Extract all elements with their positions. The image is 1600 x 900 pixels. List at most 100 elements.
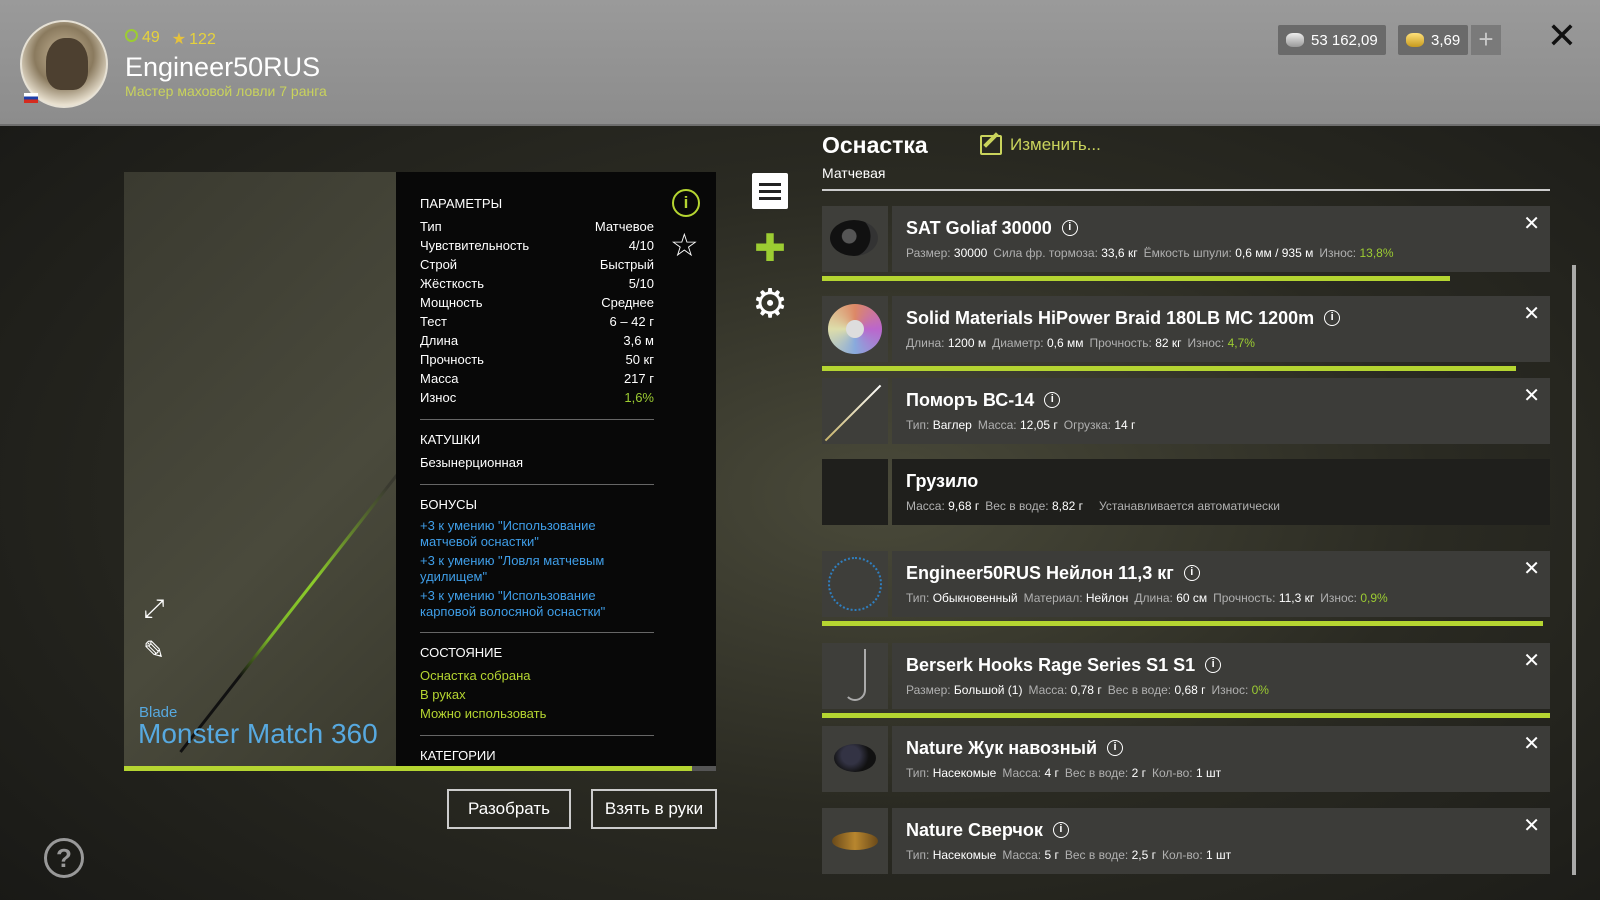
info-icon[interactable]: i (1044, 392, 1061, 408)
param-name: Масса (420, 371, 459, 386)
rig-item[interactable]: Engineer50RUS Нейлон 11,3 кг i Тип: Обыкно… (822, 551, 1550, 617)
rig-item-title: Solid Materials HiPower Braid 180LB MC 1… (906, 307, 1315, 328)
star-icon: ★ (171, 31, 187, 48)
description-icon[interactable] (752, 173, 788, 209)
rod-parameters-panel[interactable]: ПАРАМЕТРЫ Тип Матчевое Чувствительность 4/1… (396, 172, 716, 766)
gold-balance: 3,69 (1398, 25, 1469, 55)
float-image (822, 378, 888, 444)
divider (822, 189, 1550, 191)
info-icon[interactable]: i (672, 189, 700, 217)
state-title: СОСТОЯНИЕ (420, 645, 503, 660)
remove-item-button[interactable]: ✕ (1523, 651, 1540, 671)
puzzle-icon[interactable]: ✚ (752, 230, 788, 268)
scrollbar[interactable] (1572, 265, 1576, 875)
prop-label: Диаметр: (992, 336, 1044, 350)
close-button[interactable]: ✕ (1545, 18, 1579, 54)
prop-label: Тип: (906, 418, 930, 432)
prop-value: 4,7% (1227, 336, 1255, 350)
prop-label: Вес в воде: (1107, 683, 1172, 697)
param-row: Жёсткость 5/10 (420, 274, 654, 293)
bonus-item[interactable]: +3 к умению "Использование матчевой осна… (420, 518, 654, 550)
remove-item-button[interactable]: ✕ (1523, 304, 1540, 324)
info-icon[interactable]: i (1107, 740, 1124, 756)
disassemble-button[interactable]: Разобрать (447, 789, 571, 829)
help-icon[interactable]: ? (44, 838, 84, 878)
wear-bar (822, 366, 1516, 371)
rig-item[interactable]: SAT Goliaf 30000 i Размер: 30000 Сила фр. т… (822, 206, 1550, 272)
param-value: Среднее (601, 295, 654, 310)
prop-label: Износ: (1319, 246, 1357, 260)
info-icon[interactable]: i (1061, 220, 1078, 236)
param-name: Чувствительность (420, 238, 530, 253)
paint-brush-icon[interactable]: ✎ (139, 635, 169, 665)
edit-rig-button[interactable]: Изменить... (980, 135, 1101, 155)
prop-label: Прочность: (1089, 336, 1152, 350)
prop-value: Большой (1) (953, 683, 1023, 697)
rig-item[interactable]: Solid Materials HiPower Braid 180LB MC 1… (822, 296, 1550, 362)
bonus-item[interactable]: +3 к умению "Использование карповой воло… (420, 588, 654, 620)
rig-item[interactable]: Поморъ ВС-14 i Тип: Ваглер Масса: 12,05 г Ог… (822, 378, 1550, 444)
param-row: Масса 217 г (420, 369, 654, 388)
favorite-star-icon[interactable]: ☆ (670, 229, 699, 261)
rig-item[interactable]: Nature Сверчок i Тип: Насекомые Масса: 5 г В… (822, 808, 1550, 874)
rod-durability-fill (124, 766, 693, 771)
leader-image (822, 551, 888, 617)
param-row: Тип Матчевое (420, 217, 654, 236)
info-icon[interactable]: i (1205, 657, 1222, 673)
param-name: Строй (420, 257, 458, 272)
player-stats: 49 ★ 122 (125, 29, 216, 49)
prop-value: 5 г (1044, 848, 1059, 862)
expand-icon[interactable]: ⤢ (139, 593, 169, 623)
rod-name: Monster Match 360 (138, 718, 378, 749)
prop-label: Вес в воде: (985, 499, 1049, 513)
sinker-image (822, 459, 888, 525)
reels-value: Безынерционная (420, 455, 523, 470)
wear-bar (822, 713, 1550, 718)
prop-value: Насекомые (932, 848, 997, 862)
wear-bar (822, 276, 1450, 281)
prop-label: Ёмкость шпули: (1143, 246, 1232, 260)
rig-item-body: Engineer50RUS Нейлон 11,3 кг i Тип: Обыкно… (892, 551, 1550, 617)
add-currency-button[interactable]: + (1471, 25, 1501, 55)
prop-value: 9,68 г (948, 499, 980, 513)
prop-label: Прочность: (1213, 591, 1276, 605)
param-name: Прочность (420, 352, 484, 367)
rig-item-props: Размер: Большой (1) Масса: 0,78 г Вес в во… (906, 683, 1536, 697)
prop-label: Длина: (906, 336, 945, 350)
info-icon[interactable]: i (1324, 310, 1341, 326)
profile-header: 49 ★ 122 Engineer50RUS Мастер маховой лов… (0, 0, 1600, 126)
rig-item-props: Тип: Насекомые Масса: 4 г Вес в воде: 2 г К… (906, 766, 1536, 780)
rig-item[interactable]: Грузило Масса: 9,68 г Вес в воде: 8,82 г Ус… (822, 459, 1550, 525)
line-spool-image (822, 296, 888, 362)
prop-value: 8,82 г (1051, 499, 1084, 513)
remove-item-button[interactable]: ✕ (1523, 386, 1540, 406)
edit-icon (980, 135, 1002, 155)
rig-item[interactable]: Berserk Hooks Rage Series S1 S1 i Размер: … (822, 643, 1550, 709)
silver-value: 53 162,09 (1311, 31, 1378, 49)
bonus-item[interactable]: +3 к умению "Ловля матчевым удилищем" (420, 553, 654, 585)
info-icon[interactable]: i (1183, 565, 1200, 581)
remove-item-button[interactable]: ✕ (1523, 214, 1540, 234)
wear-bar (822, 621, 1544, 626)
prop-value: 4 г (1044, 766, 1059, 780)
rig-item-body: Грузило Масса: 9,68 г Вес в воде: 8,82 г Ус… (892, 459, 1550, 525)
prop-label: Износ: (1211, 683, 1249, 697)
prop-value: 82 кг (1155, 336, 1182, 350)
reel-image-art (830, 220, 878, 256)
rig-item-title: Поморъ ВС-14 (906, 389, 1035, 410)
rig-item-body: Solid Materials HiPower Braid 180LB MC 1… (892, 296, 1550, 362)
info-icon[interactable]: i (1052, 822, 1069, 838)
prop-value: Ваглер (932, 418, 972, 432)
silver-balance: 53 162,09 (1278, 25, 1386, 55)
gear-icon[interactable]: ⚙ (752, 284, 788, 324)
line-spool-image-art (828, 304, 882, 354)
remove-item-button[interactable]: ✕ (1523, 559, 1540, 579)
state-item: В руках (420, 687, 466, 702)
take-in-hands-button[interactable]: Взять в руки (591, 789, 717, 829)
rig-item-props: Тип: Насекомые Масса: 5 г Вес в воде: 2,5 … (906, 848, 1536, 862)
prop-label: Размер: (906, 683, 951, 697)
rig-item[interactable]: Nature Жук навозный i Тип: Насекомые Масса:… (822, 726, 1550, 792)
rig-item-props: Размер: 30000 Сила фр. тормоза: 33,6 кг Ём… (906, 246, 1536, 260)
remove-item-button[interactable]: ✕ (1523, 734, 1540, 754)
remove-item-button[interactable]: ✕ (1523, 816, 1540, 836)
